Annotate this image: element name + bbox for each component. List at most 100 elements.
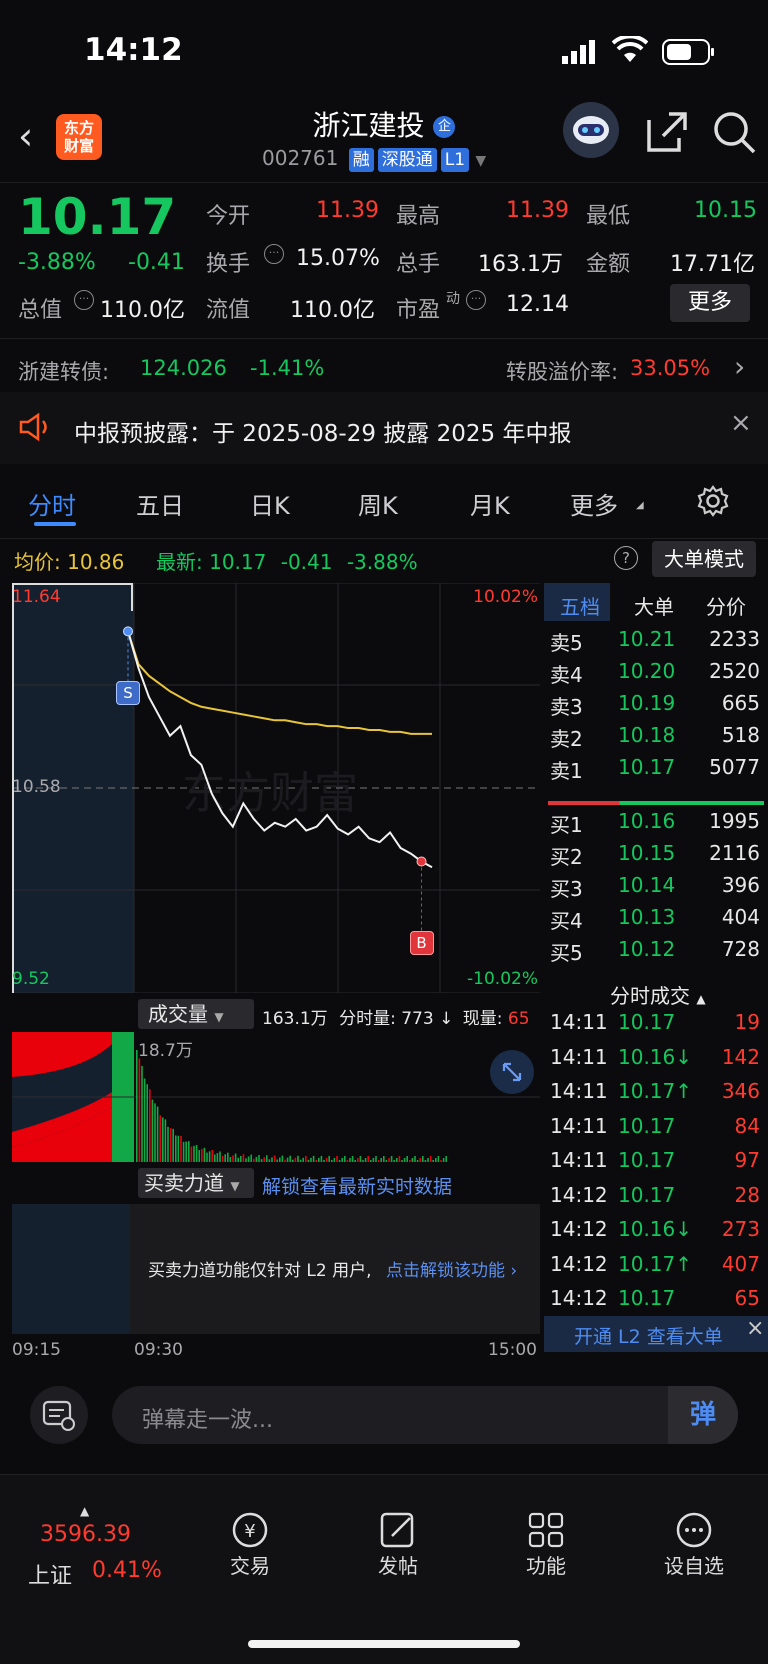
close-icon[interactable]: ×: [730, 408, 752, 438]
nav-trade-label: 交易: [230, 1554, 270, 1578]
notice-bar[interactable]: 中报预披露：于 2025-08-29 披露 2025 年中报 ×: [0, 392, 768, 464]
trade-time: 14:12: [550, 1217, 608, 1241]
trade-title: 分时成交: [610, 984, 690, 1008]
volume-bar: [344, 1155, 346, 1162]
close-icon[interactable]: ×: [746, 1316, 764, 1341]
nav-post[interactable]: 发帖: [348, 1510, 448, 1579]
tab-weekly-k[interactable]: 周K: [358, 486, 398, 521]
info-dots-icon[interactable]: ···: [264, 244, 284, 264]
trade-row: 14:12 10.16↓ 273: [544, 1217, 768, 1252]
volume-chart: 18.7万: [12, 1032, 540, 1162]
volume-bar: [208, 1151, 211, 1162]
robot-assistant-icon[interactable]: [563, 102, 619, 158]
trade-time: 14:11: [550, 1044, 608, 1069]
help-icon[interactable]: ?: [614, 546, 638, 570]
expand-icon[interactable]: [490, 1050, 534, 1094]
search-icon[interactable]: [712, 110, 756, 158]
tab-monthly-k[interactable]: 月K: [470, 486, 510, 521]
volume-bar: [162, 1117, 164, 1162]
tag-margin: 融: [348, 148, 374, 172]
nav-trade[interactable]: ¥ 交易: [200, 1510, 300, 1579]
volume-bar: [398, 1155, 401, 1162]
volume-bar: [211, 1149, 213, 1162]
big-order-mode-button[interactable]: 大单模式: [652, 541, 756, 577]
index-value[interactable]: 3596.39: [40, 1522, 131, 1547]
bid-label: 买2: [550, 845, 583, 869]
volume-bar: [268, 1159, 271, 1162]
volume-bar: [216, 1153, 219, 1162]
volume-bar: [247, 1156, 250, 1162]
amount-value: 17.71亿: [670, 252, 755, 277]
pct-bottom-label: -10.02%: [467, 969, 538, 989]
unlock-link[interactable]: 解锁查看最新实时数据: [262, 1172, 452, 1199]
volume-bar: [185, 1141, 187, 1162]
volume-label: 总手: [396, 252, 441, 277]
more-button[interactable]: 更多: [670, 284, 750, 322]
tab-intraday[interactable]: 分时: [28, 486, 76, 521]
bid-row: 买5 10.12 728: [544, 937, 768, 969]
volume-bar: [307, 1159, 310, 1162]
volume-bar: [383, 1155, 385, 1162]
send-danmaku-button[interactable]: 弹: [668, 1386, 738, 1444]
chevron-down-icon[interactable]: ▼: [475, 153, 486, 169]
volume-bars: [136, 1050, 447, 1162]
force-locked-panel: 买卖力道功能仅针对 L2 用户, 点击解锁该功能 ›: [12, 1204, 540, 1334]
volume-bar: [143, 1078, 146, 1162]
sell-marker[interactable]: S: [116, 681, 140, 706]
force-selector[interactable]: 买卖力道 ▼: [138, 1168, 254, 1198]
volume-bar: [351, 1155, 354, 1162]
change-value: -0.41: [128, 250, 185, 275]
open-label: 今开: [206, 204, 251, 229]
latest-change: -0.41: [280, 550, 333, 574]
tag-connect: 深股通: [377, 148, 437, 172]
turnover-label: 换手: [206, 252, 251, 277]
volume-bar: [336, 1155, 338, 1162]
orderbook-tab-big[interactable]: 大单: [634, 591, 674, 620]
trade-price: 10.17: [618, 1286, 676, 1310]
volume-bar: [429, 1155, 432, 1162]
orderbook-tab-five[interactable]: 五档: [560, 591, 600, 620]
price-chart[interactable]: 东方财富 11.64 10.58 9.52 10.02% -10.02% S B: [12, 582, 540, 994]
yuan-exchange-icon: ¥: [200, 1510, 300, 1550]
trade-time: 14:11: [550, 1113, 608, 1138]
volume-bar: [390, 1155, 393, 1162]
info-dots-icon[interactable]: ···: [466, 290, 486, 310]
volume-bar: [325, 1157, 328, 1162]
volume-bar: [214, 1154, 216, 1162]
tab-daily-k[interactable]: 日K: [250, 486, 290, 521]
bid-label: 买1: [550, 813, 583, 837]
trade-volume: 346: [721, 1079, 760, 1103]
volume-bar: [364, 1157, 367, 1162]
gear-icon[interactable]: [696, 484, 730, 522]
arrow-down-icon: ↓: [439, 1009, 454, 1029]
total-cap-label: 总值: [18, 298, 63, 323]
volume-bar: [372, 1157, 375, 1162]
volume-bar: [172, 1128, 174, 1162]
tab-more[interactable]: 更多: [570, 486, 618, 521]
share-icon[interactable]: [645, 110, 689, 158]
nav-functions[interactable]: 功能: [496, 1510, 596, 1579]
nav-watchlist[interactable]: 设自选: [644, 1510, 744, 1579]
volume-bar: [409, 1159, 411, 1162]
caret-down-icon: ▼: [214, 1010, 224, 1024]
l2-unlock-link[interactable]: 点击解锁该功能 ›: [386, 1256, 517, 1281]
volume-bar: [164, 1119, 167, 1162]
bid-volume: 728: [721, 937, 760, 961]
chevron-right-icon[interactable]: ›: [734, 350, 745, 383]
latest-value: 10.17: [209, 550, 267, 574]
l2-banner[interactable]: 开通 L2 查看大单 ×: [544, 1316, 768, 1352]
info-dots-icon[interactable]: ···: [74, 290, 94, 310]
more-dots-icon: [644, 1510, 744, 1550]
volume-selector[interactable]: 成交量 ▼: [138, 999, 254, 1029]
stock-header: ‹ 东方 财富 浙江建投 企 002761 融深股通 L1 ▼: [0, 96, 768, 183]
volume-bar: [240, 1155, 242, 1162]
y-top-label: 11.64: [12, 587, 61, 607]
buy-marker[interactable]: B: [409, 931, 434, 956]
danmaku-settings-icon[interactable]: [30, 1386, 88, 1444]
comment-input[interactable]: 弹幕走一波... 弹: [112, 1386, 738, 1444]
orderbook-tab-price[interactable]: 分价: [706, 591, 746, 620]
volume-bar: [156, 1106, 159, 1162]
tab-5day[interactable]: 五日: [136, 486, 184, 521]
trade-time: 14:11: [550, 1148, 608, 1172]
ask-volume: 5077: [709, 755, 760, 779]
